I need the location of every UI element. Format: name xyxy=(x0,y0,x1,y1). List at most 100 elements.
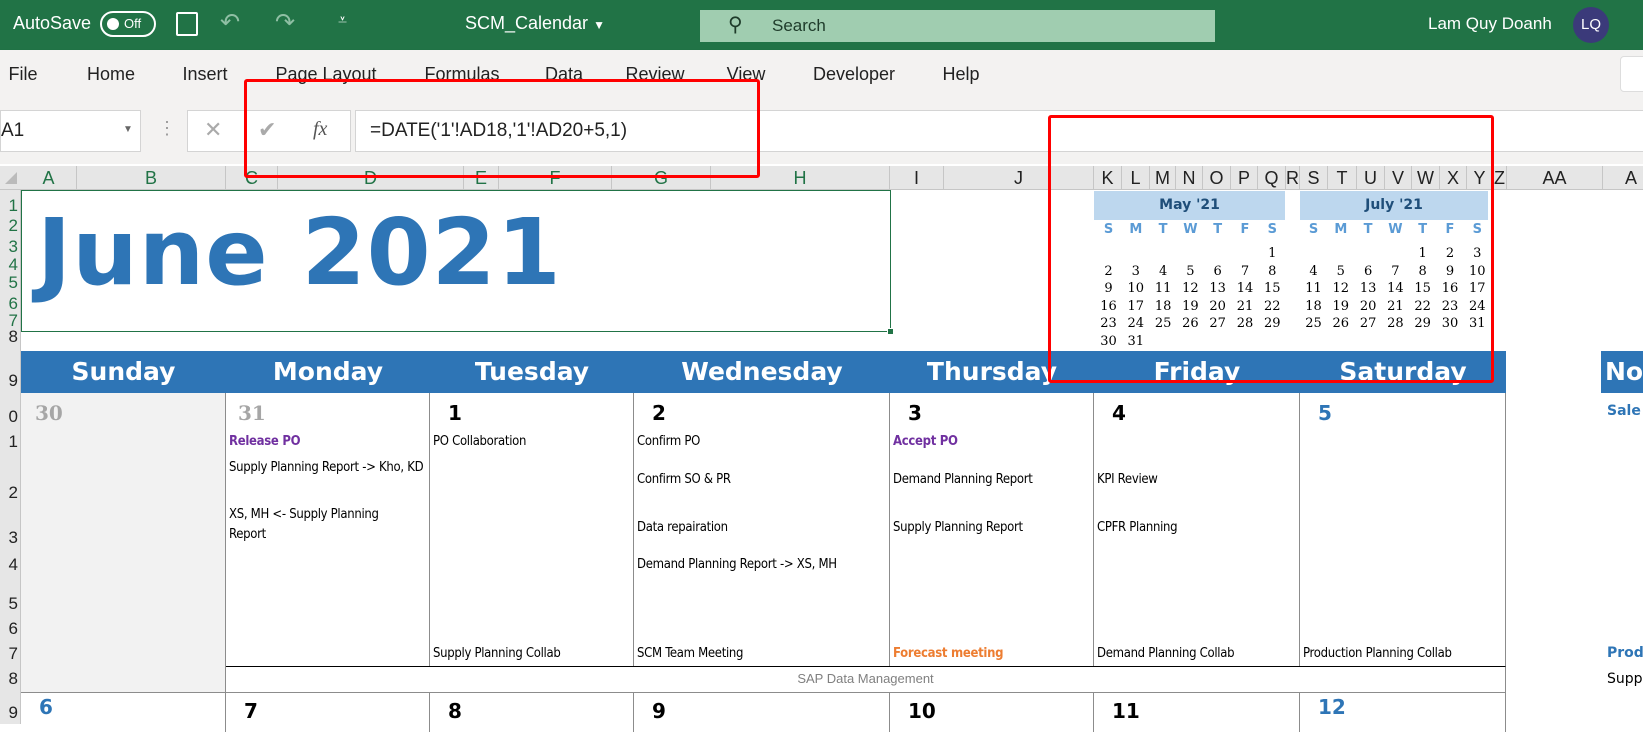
row-header[interactable]: 2 xyxy=(9,483,18,503)
column-header[interactable]: Z xyxy=(1493,166,1507,190)
select-all-icon[interactable] xyxy=(5,172,17,184)
notes-item: Prod xyxy=(1607,645,1643,661)
cancel-icon[interactable]: ✕ xyxy=(204,117,222,143)
event: Accept PO xyxy=(893,434,958,449)
notes-item: Supp xyxy=(1607,671,1643,687)
tab-insert[interactable]: Insert xyxy=(182,64,227,85)
event: Confirm PO xyxy=(637,434,701,449)
tab-file[interactable]: File xyxy=(8,64,37,85)
event: Supply Planning Collab xyxy=(433,646,561,661)
event: Confirm SO & PR xyxy=(637,472,731,487)
share-button[interactable] xyxy=(1620,56,1643,92)
row-header[interactable]: 8 xyxy=(9,669,18,689)
customize-toolbar-icon[interactable]: ⩡ xyxy=(338,12,347,30)
row-header[interactable]: 5 xyxy=(9,594,18,614)
column-header[interactable]: AA xyxy=(1507,166,1603,190)
day-number: 2 xyxy=(652,401,666,425)
row-header[interactable]: 4 xyxy=(9,255,18,275)
row-headers: 1234567890123456789 xyxy=(0,190,21,724)
event: Data repairation xyxy=(637,520,728,535)
event: CPFR Planning xyxy=(1097,520,1178,535)
filename: SCM_Calendar xyxy=(465,13,589,33)
notes-item: Sale xyxy=(1607,403,1641,419)
event: Production Planning Collab xyxy=(1303,646,1452,661)
tab-developer[interactable]: Developer xyxy=(813,64,895,85)
day-cell[interactable]: 12 xyxy=(1300,692,1506,732)
day-cell[interactable]: 6 xyxy=(21,692,226,732)
title-bar: AutoSave Off ↶ ↷ ⩡ SCM_Calendar ▼ ⚲ Sear… xyxy=(0,0,1643,50)
day-cell[interactable]: 11 xyxy=(1094,692,1300,732)
highlight-box-formula xyxy=(244,79,760,178)
filename-dropdown[interactable]: SCM_Calendar ▼ xyxy=(465,13,605,34)
column-header[interactable]: A xyxy=(21,166,77,190)
column-header[interactable]: I xyxy=(890,166,944,190)
day-number: 3 xyxy=(908,401,922,425)
day-cell-wed[interactable]: 2 Confirm PO Confirm SO & PR Data repair… xyxy=(634,393,890,667)
avatar[interactable]: LQ xyxy=(1573,7,1609,43)
row-header[interactable]: 4 xyxy=(9,555,18,575)
day-cell[interactable]: 7 xyxy=(226,692,430,732)
toggle-knob xyxy=(107,18,119,30)
name-box[interactable]: A1 ▼ xyxy=(0,110,141,152)
row-header[interactable]: 3 xyxy=(9,528,18,548)
row-header[interactable]: 0 xyxy=(9,407,18,427)
event: SCM Team Meeting xyxy=(637,646,744,661)
day-cell-mon[interactable]: 31 Release PO Supply Planning Report -> … xyxy=(226,393,430,667)
tab-help[interactable]: Help xyxy=(942,64,979,85)
event: Demand Planning Report -> XS, MH xyxy=(637,557,837,572)
fill-handle[interactable] xyxy=(887,328,894,335)
day-cell[interactable]: 9 xyxy=(634,692,890,732)
row-header[interactable]: 8 xyxy=(9,327,18,347)
row-header[interactable]: 1 xyxy=(9,196,18,216)
undo-icon[interactable]: ↶ xyxy=(220,8,240,37)
row-header[interactable]: 5 xyxy=(9,273,18,293)
day-number: 31 xyxy=(238,401,266,425)
row-header[interactable]: 1 xyxy=(9,432,18,452)
row-header[interactable]: 9 xyxy=(9,371,18,391)
redo-icon[interactable]: ↷ xyxy=(275,8,295,37)
day-cell[interactable]: 10 xyxy=(890,692,1094,732)
event: XS, MH <- Supply Planning Report xyxy=(229,507,379,542)
event: Supply Planning Report -> Kho, KD xyxy=(229,460,424,475)
save-icon[interactable] xyxy=(176,12,198,36)
day-cell[interactable]: 8 xyxy=(430,692,634,732)
tab-home[interactable]: Home xyxy=(87,64,135,85)
notes-header: No xyxy=(1601,351,1643,393)
day-cell-sun[interactable]: 30 xyxy=(21,393,226,692)
day-number: 1 xyxy=(448,401,462,425)
toggle-state: Off xyxy=(124,16,142,31)
day-cell-fri[interactable]: 4 KPI Review CPFR Planning Demand Planni… xyxy=(1094,393,1300,667)
title-cell[interactable]: June 2021 xyxy=(21,190,894,335)
search-box[interactable]: ⚲ Search xyxy=(700,10,1215,42)
day-number: 12 xyxy=(1318,695,1346,719)
day-cell-sat[interactable]: 5 Production Planning Collab xyxy=(1300,393,1506,667)
row-header[interactable]: 9 xyxy=(9,703,18,723)
event: Demand Planning Collab xyxy=(1097,646,1235,661)
row-header[interactable]: 7 xyxy=(9,644,18,664)
autosave-toggle[interactable]: Off xyxy=(100,11,156,37)
column-header[interactable]: B xyxy=(77,166,226,190)
row-header[interactable]: 3 xyxy=(9,237,18,257)
row-header[interactable]: 2 xyxy=(9,216,18,236)
more-icon: ⋮ xyxy=(158,118,176,138)
day-number: 8 xyxy=(448,699,462,723)
autosave-label: AutoSave xyxy=(13,13,92,33)
search-placeholder: Search xyxy=(772,16,826,35)
chevron-down-icon: ▼ xyxy=(593,18,605,32)
day-header-monday: Monday xyxy=(226,351,430,393)
day-cell-tue[interactable]: 1 PO Collaboration Supply Planning Colla… xyxy=(430,393,634,667)
week-footer[interactable]: SAP Data Management xyxy=(226,666,1506,692)
day-cell-thu[interactable]: 3 Accept PO Demand Planning Report Suppl… xyxy=(890,393,1094,667)
event: Forecast meeting xyxy=(893,646,1004,661)
event: PO Collaboration xyxy=(433,434,527,449)
day-header-sunday: Sunday xyxy=(21,351,226,393)
avatar-initials: LQ xyxy=(1580,16,1601,33)
event: Release PO xyxy=(229,434,301,449)
row-header[interactable]: 6 xyxy=(9,619,18,639)
day-number: 6 xyxy=(39,695,53,719)
column-header[interactable]: A xyxy=(1603,166,1643,190)
day-header-wednesday: Wednesday xyxy=(634,351,890,393)
day-header-tuesday: Tuesday xyxy=(430,351,634,393)
name-box-value: A1 xyxy=(1,120,25,141)
day-number: 5 xyxy=(1318,401,1332,425)
